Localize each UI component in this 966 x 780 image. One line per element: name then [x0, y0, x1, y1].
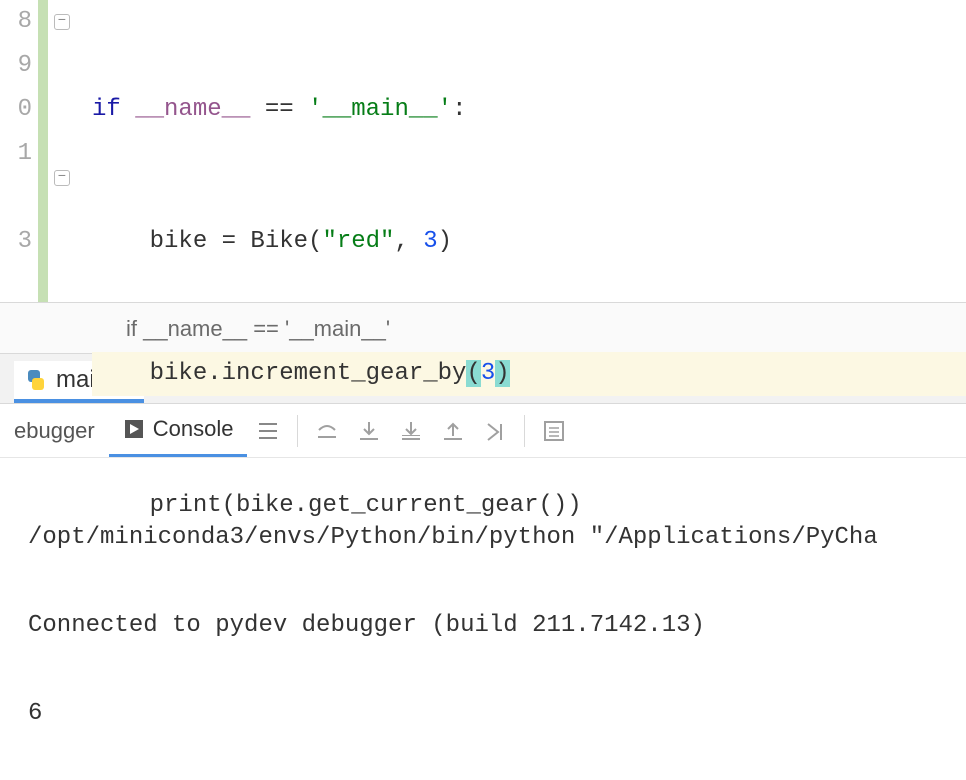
python-file-icon	[26, 370, 46, 390]
fold-minus-icon[interactable]	[54, 14, 70, 30]
fold-area	[48, 0, 92, 302]
line-number: 3	[18, 228, 32, 255]
line-number: 8	[18, 8, 32, 35]
console-line: 6	[28, 692, 966, 736]
code-line-current[interactable]: bike.increment_gear_by(3)	[92, 352, 966, 396]
fold-minus-icon[interactable]	[54, 170, 70, 186]
code-line[interactable]: print(bike.get_current_gear())	[92, 484, 966, 528]
code-content[interactable]: if __name__ == '__main__': bike = Bike("…	[92, 0, 966, 302]
code-editor[interactable]: 8 9 0 1 3 if __name__ == '__main__': bik…	[0, 0, 966, 302]
line-number: 1	[18, 140, 32, 167]
tab-label: ebugger	[14, 418, 95, 444]
line-number: 9	[18, 52, 32, 79]
line-number: 0	[18, 96, 32, 123]
code-line[interactable]: bike = Bike("red", 3)	[92, 220, 966, 264]
line-number-gutter: 8 9 0 1 3	[0, 0, 38, 302]
vcs-change-indicator	[38, 0, 48, 302]
code-line[interactable]: if __name__ == '__main__':	[92, 88, 966, 132]
